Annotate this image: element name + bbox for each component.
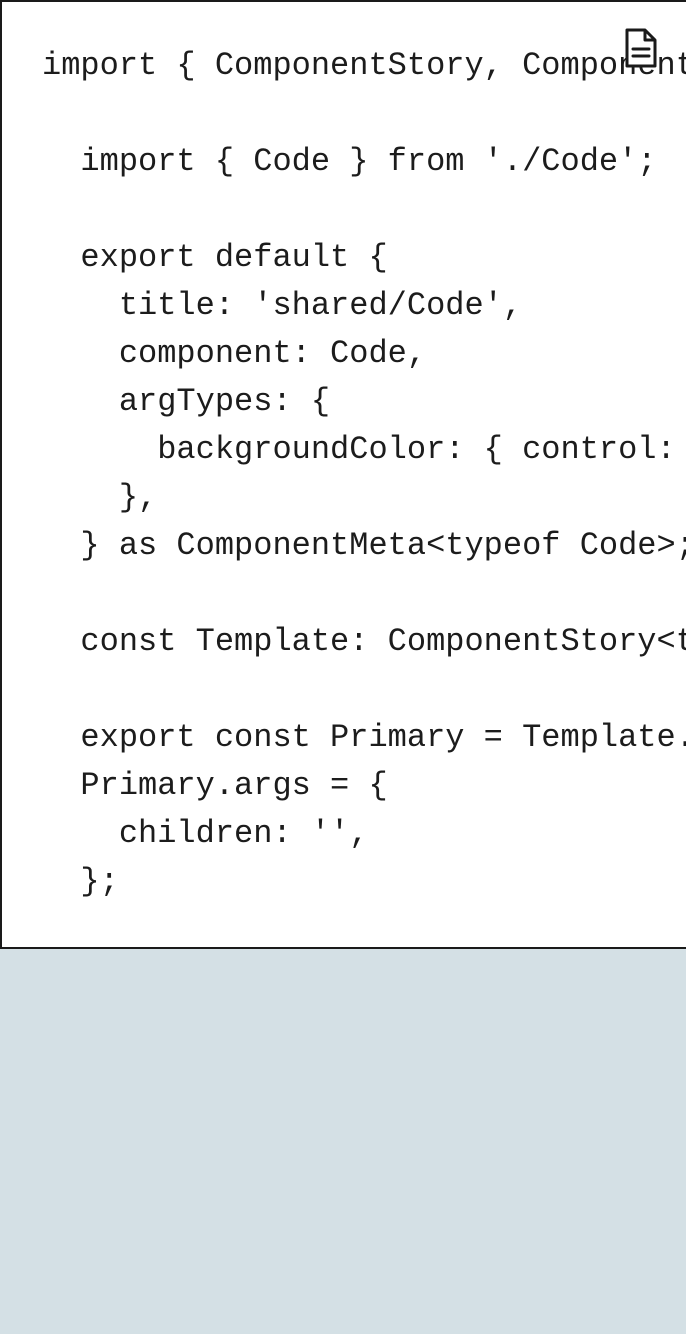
document-icon bbox=[625, 28, 657, 68]
code-lines: import { ComponentStory, ComponentMeta }… bbox=[42, 42, 686, 906]
code-line: const Template: ComponentStory<typeof Co… bbox=[80, 623, 686, 660]
code-line: export const Primary = Template.bind({})… bbox=[80, 719, 686, 756]
code-line: title: 'shared/Code', bbox=[42, 287, 523, 324]
code-block: import { ComponentStory, ComponentMeta }… bbox=[0, 0, 686, 949]
code-line: backgroundColor: { control: 'color' }, bbox=[157, 431, 676, 468]
code-line: Primary.args = { bbox=[42, 767, 388, 804]
code-line: children: '', bbox=[42, 815, 369, 852]
code-line: component: Code, bbox=[42, 335, 427, 372]
code-line: import { Code } from './Code'; bbox=[42, 143, 657, 180]
code-line: } as ComponentMeta<typeof Code>; bbox=[42, 527, 686, 564]
code-line: argTypes: { bbox=[42, 383, 331, 420]
code-line: import { ComponentStory, ComponentMeta }… bbox=[42, 47, 686, 84]
code-line: }; bbox=[42, 863, 119, 900]
copy-code-button[interactable] bbox=[622, 26, 660, 70]
code-line: export default { bbox=[42, 239, 388, 276]
code-line: }, bbox=[42, 479, 158, 516]
